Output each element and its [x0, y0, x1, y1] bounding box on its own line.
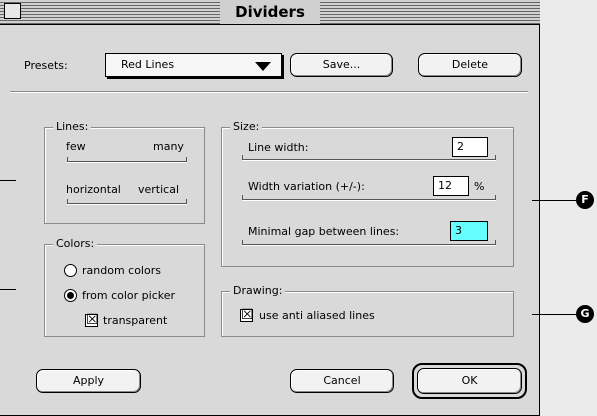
anti-alias-label: use anti aliased lines — [259, 309, 375, 322]
many-label: many — [153, 140, 184, 153]
line-width-label: Line width: — [248, 141, 309, 154]
save-button[interactable]: Save... — [290, 53, 393, 77]
line-count-slider[interactable] — [67, 157, 187, 163]
size-group-title: Size: — [230, 120, 263, 133]
lines-group: Lines: few many horizontal vertical — [44, 120, 205, 224]
size-group: Size: Line width: 2 Width variation (+/-… — [221, 120, 514, 267]
presets-popup[interactable]: Red Lines — [105, 53, 282, 77]
window-title: Dividers — [220, 0, 320, 24]
transparent-checkbox[interactable]: ☒ — [85, 313, 99, 327]
presets-selected: Red Lines — [121, 58, 175, 71]
cancel-button[interactable]: Cancel — [290, 369, 394, 393]
transparent-label: transparent — [103, 314, 168, 327]
few-label: few — [66, 140, 86, 153]
width-variation-slider[interactable] — [242, 195, 496, 201]
color-picker-radio[interactable] — [64, 289, 77, 302]
min-gap-field[interactable]: 3 — [450, 221, 488, 241]
colors-group-title: Colors: — [53, 237, 98, 250]
drawing-group: Drawing: ☒ use anti aliased lines — [221, 284, 514, 337]
separator — [10, 91, 528, 93]
presets-label: Presets: — [24, 59, 68, 72]
min-gap-label: Minimal gap between lines: — [248, 225, 400, 238]
apply-button[interactable]: Apply — [36, 369, 141, 393]
delete-button[interactable]: Delete — [418, 53, 522, 77]
callout-line-g — [532, 314, 576, 315]
title-bar[interactable]: Dividers — [0, 0, 540, 25]
orientation-slider[interactable] — [67, 199, 187, 205]
width-variation-field[interactable]: 12 — [433, 176, 469, 196]
callout-line-f — [532, 200, 576, 201]
drawing-group-title: Drawing: — [230, 284, 286, 297]
callout-line-colors — [0, 289, 16, 290]
dividers-dialog: Dividers Presets: Red Lines Save... Dele… — [0, 0, 540, 416]
ok-button[interactable]: OK — [417, 368, 522, 394]
chevron-down-icon — [255, 62, 271, 71]
color-picker-label: from color picker — [82, 289, 176, 302]
random-colors-label: random colors — [82, 264, 161, 277]
vertical-label: vertical — [138, 183, 180, 196]
line-width-field[interactable]: 2 — [452, 137, 488, 157]
percent-unit: % — [474, 180, 485, 193]
close-box[interactable] — [4, 3, 21, 19]
callout-line-lines — [0, 180, 16, 181]
colors-group: Colors: random colors from color picker … — [44, 237, 205, 337]
horizontal-label: horizontal — [66, 183, 121, 196]
line-width-slider[interactable] — [242, 155, 496, 161]
anti-alias-checkbox[interactable]: ☒ — [240, 308, 254, 322]
random-colors-radio[interactable] — [64, 264, 77, 277]
callout-g-badge: G — [576, 305, 594, 323]
width-variation-label: Width variation (+/-): — [248, 180, 365, 193]
callout-f-badge: F — [576, 191, 594, 209]
lines-group-title: Lines: — [53, 120, 92, 133]
min-gap-slider[interactable] — [242, 240, 496, 246]
